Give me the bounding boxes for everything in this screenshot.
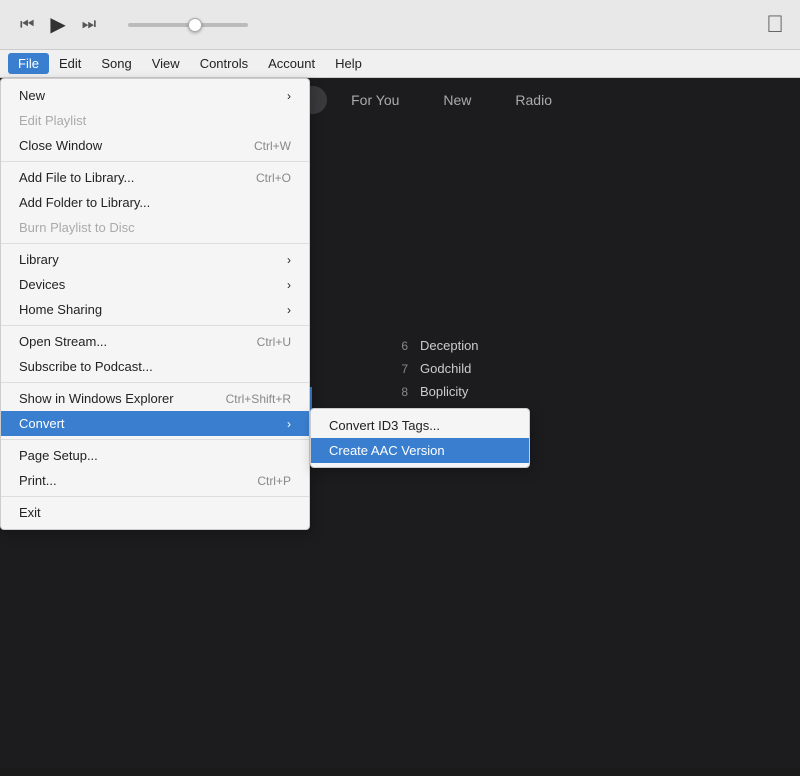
menu-item-print[interactable]: Print... Ctrl+P	[1, 468, 309, 493]
menu-label-subscribe-podcast: Subscribe to Podcast...	[19, 359, 153, 374]
menubar-item-controls[interactable]: Controls	[190, 53, 258, 74]
submenu-label-convert-id3: Convert ID3 Tags...	[329, 418, 440, 433]
progress-track	[128, 23, 248, 27]
menu-shortcut-print: Ctrl+P	[257, 474, 291, 488]
menu-label-burn-playlist: Burn Playlist to Disc	[19, 220, 135, 235]
track-num: 7	[384, 362, 408, 376]
progress-thumb	[188, 18, 202, 32]
menubar-item-song[interactable]: Song	[91, 53, 141, 74]
menu-item-page-setup[interactable]: Page Setup...	[1, 443, 309, 468]
submenu-item-convert-id3[interactable]: Convert ID3 Tags...	[311, 413, 529, 438]
menu-arrow-home-sharing: ›	[287, 303, 291, 317]
progress-bar[interactable]	[128, 23, 248, 27]
menu-sep-2	[1, 243, 309, 244]
menu-label-page-setup: Page Setup...	[19, 448, 98, 463]
menu-label-print: Print...	[19, 473, 57, 488]
apple-logo-icon: 	[766, 11, 784, 39]
menubar-item-view[interactable]: View	[142, 53, 190, 74]
menu-label-exit: Exit	[19, 505, 41, 520]
menubar-item-file[interactable]: File	[8, 53, 49, 74]
menubar-item-help[interactable]: Help	[325, 53, 372, 74]
menu-item-add-file[interactable]: Add File to Library... Ctrl+O	[1, 165, 309, 190]
menubar-item-account[interactable]: Account	[258, 53, 325, 74]
menu-item-show-explorer[interactable]: Show in Windows Explorer Ctrl+Shift+R	[1, 386, 309, 411]
playback-controls: ⏮ ▶ ⏭	[16, 8, 248, 41]
menu-arrow-library: ›	[287, 253, 291, 267]
menu-label-new: New	[19, 88, 45, 103]
menu-label-home-sharing: Home Sharing	[19, 302, 102, 317]
menu-item-add-folder[interactable]: Add Folder to Library...	[1, 190, 309, 215]
menu-item-edit-playlist: Edit Playlist	[1, 108, 309, 133]
forward-button[interactable]: ⏭	[78, 12, 100, 38]
track-row[interactable]: 6 Deception	[328, 334, 792, 357]
toolbar: ⏮ ▶ ⏭ 	[0, 0, 800, 50]
menu-label-edit-playlist: Edit Playlist	[19, 113, 86, 128]
menu-shortcut-show-explorer: Ctrl+Shift+R	[226, 392, 291, 406]
menu-shortcut-open-stream: Ctrl+U	[257, 335, 291, 349]
menu-sep-6	[1, 496, 309, 497]
menu-sep-5	[1, 439, 309, 440]
tab-for-you[interactable]: For You	[331, 86, 419, 114]
menu-label-open-stream: Open Stream...	[19, 334, 107, 349]
menubar-item-edit[interactable]: Edit	[49, 53, 91, 74]
menu-label-add-file: Add File to Library...	[19, 170, 134, 185]
menu-item-home-sharing[interactable]: Home Sharing ›	[1, 297, 309, 322]
menu-item-exit[interactable]: Exit	[1, 500, 309, 525]
track-num: 6	[384, 339, 408, 353]
track-row[interactable]: 8 Boplicity	[328, 380, 792, 403]
menu-item-new[interactable]: New ›	[1, 83, 309, 108]
menu-item-burn-playlist: Burn Playlist to Disc	[1, 215, 309, 240]
menu-item-devices[interactable]: Devices ›	[1, 272, 309, 297]
track-row[interactable]: 7 Godchild	[328, 357, 792, 380]
track-num: 8	[384, 385, 408, 399]
submenu-item-create-aac[interactable]: Create AAC Version	[311, 438, 529, 463]
menu-sep-1	[1, 161, 309, 162]
menu-item-subscribe-podcast[interactable]: Subscribe to Podcast...	[1, 354, 309, 379]
file-dropdown-menu: New › Edit Playlist Close Window Ctrl+W …	[0, 78, 310, 530]
tab-new[interactable]: New	[423, 86, 491, 114]
menu-shortcut-close-window: Ctrl+W	[254, 139, 291, 153]
menu-shortcut-add-file: Ctrl+O	[256, 171, 291, 185]
menu-sep-4	[1, 382, 309, 383]
menu-item-library[interactable]: Library ›	[1, 247, 309, 272]
menu-label-close-window: Close Window	[19, 138, 102, 153]
menu-label-library: Library	[19, 252, 59, 267]
menubar: File Edit Song View Controls Account Hel…	[0, 50, 800, 78]
track-name: Godchild	[420, 361, 776, 376]
menu-label-devices: Devices	[19, 277, 65, 292]
menu-sep-3	[1, 325, 309, 326]
menu-item-convert[interactable]: Convert ›	[1, 411, 309, 436]
track-name: Boplicity	[420, 384, 776, 399]
submenu-label-create-aac: Create AAC Version	[329, 443, 445, 458]
convert-submenu: Convert ID3 Tags... Create AAC Version	[310, 408, 530, 468]
menu-arrow-new: ›	[287, 89, 291, 103]
menu-arrow-convert: ›	[287, 417, 291, 431]
track-name: Deception	[420, 338, 776, 353]
menu-label-convert: Convert	[19, 416, 65, 431]
play-button[interactable]: ▶	[46, 8, 69, 41]
menu-label-add-folder: Add Folder to Library...	[19, 195, 150, 210]
menu-item-close-window[interactable]: Close Window Ctrl+W	[1, 133, 309, 158]
tab-radio[interactable]: Radio	[495, 86, 572, 114]
menu-label-show-explorer: Show in Windows Explorer	[19, 391, 174, 406]
rewind-button[interactable]: ⏮	[16, 12, 38, 38]
menu-item-open-stream[interactable]: Open Stream... Ctrl+U	[1, 329, 309, 354]
menu-arrow-devices: ›	[287, 278, 291, 292]
